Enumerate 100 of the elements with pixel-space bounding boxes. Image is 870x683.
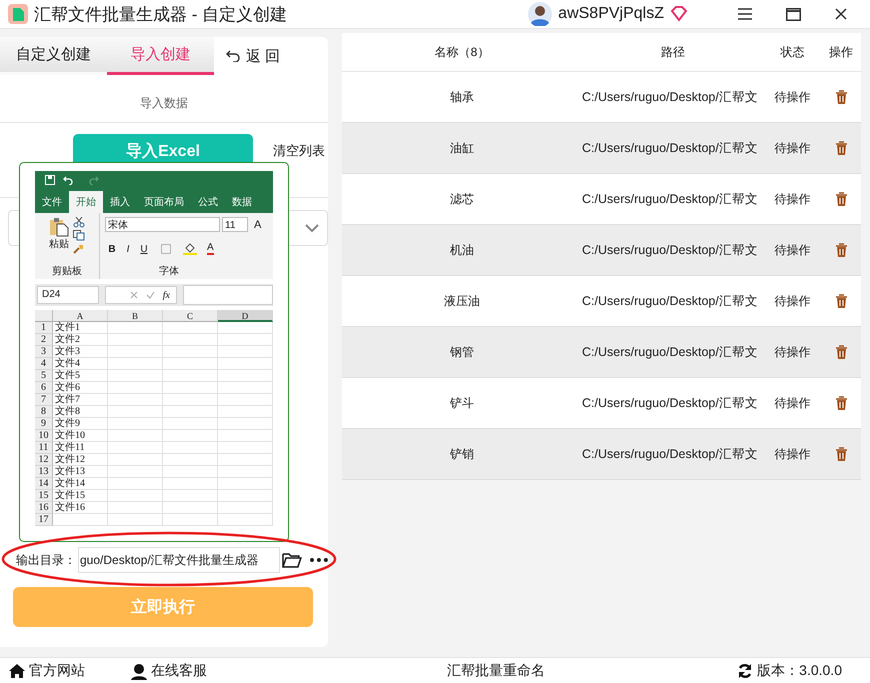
product-name: 汇帮批量重命名 [447,662,545,680]
sheet-cell-text: 文件14 [54,478,86,490]
name-cell-text: 机油 [449,242,475,258]
close-icon[interactable] [835,8,847,20]
diamond-icon[interactable] [670,6,688,22]
sheet-cell-text: 文件5 [54,370,81,382]
ribbon-tab-label: 数据 [231,196,253,210]
column-header: A [53,310,108,322]
output-path-field[interactable]: guo/Desktop/汇帮文件批量生成器 [78,547,280,573]
grow-font-label: A [253,218,262,230]
refresh-icon [737,663,754,679]
status-cell-text: 待操作 [774,292,812,310]
back-arrow-icon [226,50,240,62]
window-title: 汇帮文件批量生成器 - 自定义创建 [34,4,288,26]
format-letter: U [139,244,149,254]
sheet-cell-text: 文件4 [54,358,81,370]
paste-label: 粘贴 [49,238,69,251]
column-header: 状态 [780,44,806,60]
ribbon-tab-label: 文件 [41,196,63,210]
row-number: 8 [35,406,53,418]
name-cell-text: 滤芯 [449,190,475,208]
column-header: 路径 [660,44,686,60]
function-label: fx [162,290,170,300]
cancel-icon [130,291,138,299]
trash-icon[interactable] [834,294,848,308]
trash-icon[interactable] [834,140,848,156]
row-number: 7 [35,394,53,406]
format-letter: B [107,244,117,254]
menu-icon[interactable] [738,8,752,20]
column-header: 操作 [828,44,854,60]
path-cell-text: C:/Users/ruguo/Desktop/汇帮文 [582,394,759,412]
username: awS8PVjPqlsZ [558,5,664,23]
app-icon [8,4,28,24]
row-number: 9 [35,418,53,430]
status-cell-text: 待操作 [774,242,812,258]
path-cell-text: C:/Users/ruguo/Desktop/汇帮文 [582,88,759,106]
tab[interactable]: 导入创建 [107,37,214,75]
sheet-cell-text: 文件2 [54,334,81,346]
output-label: 输出目录： [16,552,76,568]
avatar-icon[interactable] [528,2,552,26]
row-number: 3 [35,346,53,358]
ribbon-tab-label: 插入 [109,196,131,210]
row-number: 10 [35,430,53,442]
trash-icon[interactable] [834,192,848,206]
check-icon [146,291,155,299]
path-cell-text: C:/Users/ruguo/Desktop/汇帮文 [582,446,759,462]
ribbon-tab-label: 开始 [69,191,103,213]
scissors-icon [73,217,85,228]
trash-icon[interactable] [834,90,848,104]
clear-list-button[interactable]: 清空列表 [273,134,325,168]
website-link[interactable]: 官方网站 [8,662,85,680]
folder-icon[interactable] [282,552,302,568]
name-cell-text: 液压油 [443,292,481,310]
trash-icon[interactable] [834,242,848,258]
status-cell-text: 待操作 [774,446,812,462]
sheet-cell-text: 文件10 [54,430,86,442]
status-cell-text: 待操作 [774,88,812,106]
row-number: 12 [35,454,53,466]
person-icon [130,662,148,680]
more-icon[interactable] [310,558,328,562]
name-cell-text: 油缸 [449,140,475,156]
name-cell-text: 铲销 [449,446,475,462]
trash-icon[interactable] [834,446,848,462]
save-icon [45,175,55,185]
select-all-corner [35,310,53,322]
sheet-cell-text: 文件7 [54,394,81,406]
path-cell-text: C:/Users/ruguo/Desktop/汇帮文 [582,242,759,258]
sheet-cell-text: 文件15 [54,490,86,502]
maximize-icon[interactable] [786,8,800,20]
font-color-label: A [207,243,214,255]
row-number: 11 [35,442,53,454]
home-icon [8,663,26,679]
sheet-cell-text: 文件6 [54,382,81,394]
column-header: B [108,310,163,322]
sheet-cell-text: 文件12 [54,454,86,466]
status-cell-text: 待操作 [774,394,812,412]
trash-icon[interactable] [834,344,848,360]
tab[interactable]: 自定义创建 [0,37,107,75]
support-link[interactable]: 在线客服 [130,662,207,680]
font-name-field: 宋体 [105,217,220,232]
column-header: C [163,310,218,322]
path-cell-text: C:/Users/ruguo/Desktop/汇帮文 [582,190,759,208]
version-text: 版本：3.0.0.0 [757,662,842,680]
font-size-field: 11 [222,217,248,232]
name-cell-text: 铲斗 [449,394,475,412]
ribbon-tab-label: 页面布局 [143,196,185,210]
ribbon-tab-label: 公式 [197,196,219,210]
row-number: 5 [35,370,53,382]
column-header: 名称（8） [434,44,490,60]
group-label: 剪贴板 [52,266,82,277]
row-number: 15 [35,490,53,502]
status-cell-text: 待操作 [774,344,812,360]
sheet-cell-text: 文件8 [54,406,81,418]
trash-icon[interactable] [834,396,848,410]
name-box: D24 [37,286,99,304]
sheet-cell-text: 文件16 [54,502,86,514]
back-button[interactable]: 返 回 [214,37,292,75]
name-cell-text: 轴承 [449,88,475,106]
row-number: 17 [35,514,53,526]
row-number: 2 [35,334,53,346]
